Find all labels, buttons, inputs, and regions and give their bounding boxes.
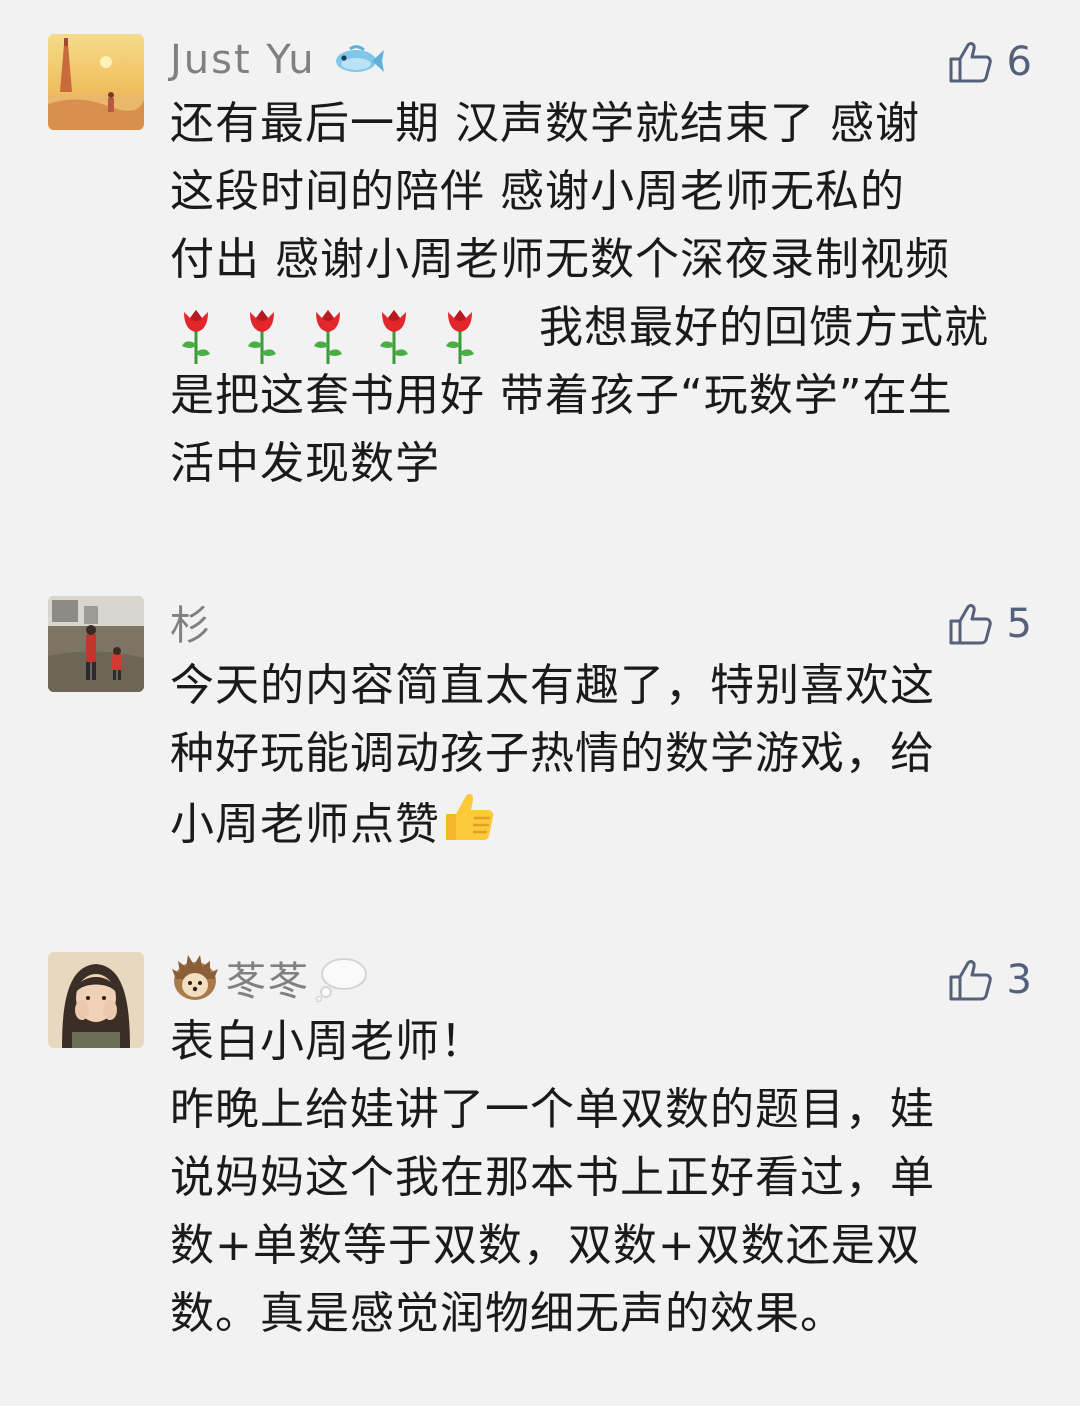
- thumbs-up-emoji-icon: [440, 788, 498, 866]
- roses-row: [170, 300, 510, 364]
- comment-line: 付出 感谢小周老师无数个深夜录制视频: [170, 234, 950, 285]
- commenter-name[interactable]: Just Yu: [170, 32, 384, 88]
- like-button[interactable]: 5: [947, 598, 1032, 650]
- avatar[interactable]: [48, 34, 144, 130]
- comment-line: 昨晚上给娃讲了一个单双数的题目，娃: [170, 1084, 935, 1135]
- comment-line: 这段时间的陪伴 感谢小周老师无私的: [170, 166, 905, 217]
- hedgehog-icon: [170, 953, 220, 1003]
- rose-icon: [446, 310, 474, 364]
- comment-text: 还有最后一期 汉声数学就结束了 感谢 这段时间的陪伴 感谢小周老师无私的 付出 …: [170, 90, 1032, 498]
- comment-line: 还有最后一期 汉声数学就结束了 感谢: [170, 98, 920, 149]
- fish-icon: [330, 43, 384, 77]
- comment-line-with-roses: 我想最好的回馈方式就: [170, 294, 1032, 364]
- commenter-name-text: 杉: [170, 603, 212, 649]
- commenter-name[interactable]: 苳苳: [170, 950, 370, 1006]
- rose-icon: [182, 310, 210, 364]
- like-count: 6: [1006, 39, 1032, 85]
- commenter-name[interactable]: 杉: [170, 594, 212, 650]
- rose-icon: [248, 310, 276, 364]
- avatar[interactable]: [48, 596, 144, 692]
- thumbs-up-outline-icon: [947, 39, 993, 85]
- comment-line: 说妈妈这个我在那本书上正好看过，单: [170, 1152, 935, 1203]
- comment-line: 数。真是感觉润物细无声的效果。: [170, 1288, 845, 1339]
- comment-line: 是把这套书用好 带着孩子“玩数学”在生: [170, 370, 953, 421]
- comment-line: 今天的内容简直太有趣了，特别喜欢这: [170, 660, 935, 711]
- comment-line: 活中发现数学: [170, 438, 440, 489]
- comment-line: 种好玩能调动孩子热情的数学游戏，给: [170, 728, 935, 779]
- comment-line: 小周老师点赞: [170, 788, 1032, 866]
- thumbs-up-outline-icon: [947, 957, 993, 1003]
- comment-text: 今天的内容简直太有趣了，特别喜欢这 种好玩能调动孩子热情的数学游戏，给 小周老师…: [170, 652, 1032, 866]
- like-count: 3: [1006, 957, 1032, 1003]
- comment-line: 数+单数等于双数，双数+双数还是双: [170, 1220, 921, 1271]
- avatar[interactable]: [48, 952, 144, 1048]
- like-button[interactable]: 6: [947, 36, 1032, 88]
- comment-line-text: 小周老师点赞: [170, 799, 440, 850]
- thumbs-up-outline-icon: [947, 601, 993, 647]
- commenter-name-text: 苳苳: [226, 959, 310, 1005]
- commenter-name-text: Just Yu: [170, 37, 316, 83]
- like-count: 5: [1006, 601, 1032, 647]
- thought-bubble-icon: [314, 954, 370, 1002]
- comment-text: 表白小周老师！ 昨晚上给娃讲了一个单双数的题目，娃 说妈妈这个我在那本书上正好看…: [170, 1008, 1032, 1348]
- rose-icon: [380, 310, 408, 364]
- comment-line: 表白小周老师！: [170, 1016, 485, 1067]
- like-button[interactable]: 3: [947, 954, 1032, 1006]
- rose-icon: [314, 310, 342, 364]
- comment-line-text: 我想最好的回馈方式就: [539, 302, 989, 353]
